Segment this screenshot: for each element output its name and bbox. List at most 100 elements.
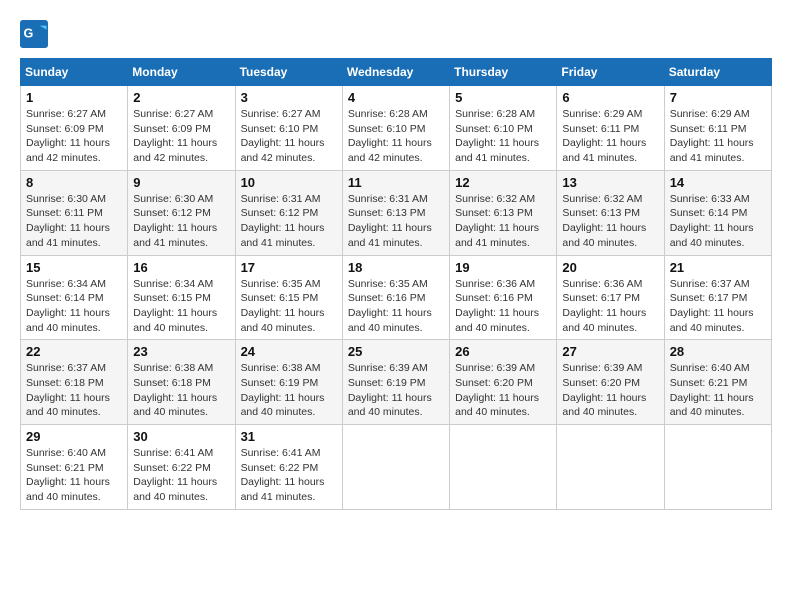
day-number: 22 xyxy=(26,344,122,359)
weekday-header: Thursday xyxy=(450,59,557,86)
day-info: Sunrise: 6:27 AM Sunset: 6:09 PM Dayligh… xyxy=(26,107,122,166)
logo-icon: G xyxy=(20,20,48,48)
calendar-cell: 2 Sunrise: 6:27 AM Sunset: 6:09 PM Dayli… xyxy=(128,86,235,171)
day-number: 29 xyxy=(26,429,122,444)
calendar-week-row: 15 Sunrise: 6:34 AM Sunset: 6:14 PM Dayl… xyxy=(21,255,772,340)
day-info: Sunrise: 6:31 AM Sunset: 6:13 PM Dayligh… xyxy=(348,192,444,251)
day-number: 30 xyxy=(133,429,229,444)
day-info: Sunrise: 6:28 AM Sunset: 6:10 PM Dayligh… xyxy=(455,107,551,166)
calendar-cell: 1 Sunrise: 6:27 AM Sunset: 6:09 PM Dayli… xyxy=(21,86,128,171)
day-number: 5 xyxy=(455,90,551,105)
day-info: Sunrise: 6:39 AM Sunset: 6:20 PM Dayligh… xyxy=(455,361,551,420)
day-info: Sunrise: 6:34 AM Sunset: 6:14 PM Dayligh… xyxy=(26,277,122,336)
weekday-header: Sunday xyxy=(21,59,128,86)
calendar-cell: 17 Sunrise: 6:35 AM Sunset: 6:15 PM Dayl… xyxy=(235,255,342,340)
day-info: Sunrise: 6:40 AM Sunset: 6:21 PM Dayligh… xyxy=(26,446,122,505)
day-info: Sunrise: 6:40 AM Sunset: 6:21 PM Dayligh… xyxy=(670,361,766,420)
calendar-cell xyxy=(664,425,771,510)
day-number: 27 xyxy=(562,344,658,359)
day-info: Sunrise: 6:32 AM Sunset: 6:13 PM Dayligh… xyxy=(562,192,658,251)
calendar-cell: 16 Sunrise: 6:34 AM Sunset: 6:15 PM Dayl… xyxy=(128,255,235,340)
calendar-cell: 18 Sunrise: 6:35 AM Sunset: 6:16 PM Dayl… xyxy=(342,255,449,340)
calendar-week-row: 8 Sunrise: 6:30 AM Sunset: 6:11 PM Dayli… xyxy=(21,170,772,255)
weekday-header: Tuesday xyxy=(235,59,342,86)
calendar-cell: 6 Sunrise: 6:29 AM Sunset: 6:11 PM Dayli… xyxy=(557,86,664,171)
day-number: 4 xyxy=(348,90,444,105)
day-number: 12 xyxy=(455,175,551,190)
day-info: Sunrise: 6:34 AM Sunset: 6:15 PM Dayligh… xyxy=(133,277,229,336)
calendar-cell: 19 Sunrise: 6:36 AM Sunset: 6:16 PM Dayl… xyxy=(450,255,557,340)
calendar-cell: 4 Sunrise: 6:28 AM Sunset: 6:10 PM Dayli… xyxy=(342,86,449,171)
day-number: 23 xyxy=(133,344,229,359)
day-info: Sunrise: 6:41 AM Sunset: 6:22 PM Dayligh… xyxy=(241,446,337,505)
svg-text:G: G xyxy=(24,27,34,41)
day-info: Sunrise: 6:38 AM Sunset: 6:18 PM Dayligh… xyxy=(133,361,229,420)
day-number: 1 xyxy=(26,90,122,105)
day-number: 20 xyxy=(562,260,658,275)
day-number: 9 xyxy=(133,175,229,190)
day-info: Sunrise: 6:39 AM Sunset: 6:20 PM Dayligh… xyxy=(562,361,658,420)
calendar-week-row: 22 Sunrise: 6:37 AM Sunset: 6:18 PM Dayl… xyxy=(21,340,772,425)
day-info: Sunrise: 6:37 AM Sunset: 6:18 PM Dayligh… xyxy=(26,361,122,420)
calendar-cell: 11 Sunrise: 6:31 AM Sunset: 6:13 PM Dayl… xyxy=(342,170,449,255)
day-number: 31 xyxy=(241,429,337,444)
calendar-cell: 29 Sunrise: 6:40 AM Sunset: 6:21 PM Dayl… xyxy=(21,425,128,510)
day-info: Sunrise: 6:41 AM Sunset: 6:22 PM Dayligh… xyxy=(133,446,229,505)
day-number: 7 xyxy=(670,90,766,105)
weekday-header: Monday xyxy=(128,59,235,86)
calendar-cell: 12 Sunrise: 6:32 AM Sunset: 6:13 PM Dayl… xyxy=(450,170,557,255)
day-info: Sunrise: 6:27 AM Sunset: 6:10 PM Dayligh… xyxy=(241,107,337,166)
day-number: 3 xyxy=(241,90,337,105)
calendar-cell xyxy=(557,425,664,510)
weekday-header: Saturday xyxy=(664,59,771,86)
day-info: Sunrise: 6:30 AM Sunset: 6:11 PM Dayligh… xyxy=(26,192,122,251)
day-info: Sunrise: 6:35 AM Sunset: 6:16 PM Dayligh… xyxy=(348,277,444,336)
calendar-cell xyxy=(342,425,449,510)
day-info: Sunrise: 6:36 AM Sunset: 6:17 PM Dayligh… xyxy=(562,277,658,336)
calendar-cell: 31 Sunrise: 6:41 AM Sunset: 6:22 PM Dayl… xyxy=(235,425,342,510)
calendar-cell: 9 Sunrise: 6:30 AM Sunset: 6:12 PM Dayli… xyxy=(128,170,235,255)
day-info: Sunrise: 6:37 AM Sunset: 6:17 PM Dayligh… xyxy=(670,277,766,336)
day-number: 2 xyxy=(133,90,229,105)
day-info: Sunrise: 6:29 AM Sunset: 6:11 PM Dayligh… xyxy=(670,107,766,166)
calendar-week-row: 29 Sunrise: 6:40 AM Sunset: 6:21 PM Dayl… xyxy=(21,425,772,510)
calendar-header-row: SundayMondayTuesdayWednesdayThursdayFrid… xyxy=(21,59,772,86)
day-number: 21 xyxy=(670,260,766,275)
day-number: 16 xyxy=(133,260,229,275)
day-number: 28 xyxy=(670,344,766,359)
calendar-week-row: 1 Sunrise: 6:27 AM Sunset: 6:09 PM Dayli… xyxy=(21,86,772,171)
day-info: Sunrise: 6:35 AM Sunset: 6:15 PM Dayligh… xyxy=(241,277,337,336)
calendar-cell: 8 Sunrise: 6:30 AM Sunset: 6:11 PM Dayli… xyxy=(21,170,128,255)
day-number: 24 xyxy=(241,344,337,359)
calendar-cell: 23 Sunrise: 6:38 AM Sunset: 6:18 PM Dayl… xyxy=(128,340,235,425)
calendar-cell: 15 Sunrise: 6:34 AM Sunset: 6:14 PM Dayl… xyxy=(21,255,128,340)
day-number: 26 xyxy=(455,344,551,359)
calendar-cell: 28 Sunrise: 6:40 AM Sunset: 6:21 PM Dayl… xyxy=(664,340,771,425)
calendar-cell: 21 Sunrise: 6:37 AM Sunset: 6:17 PM Dayl… xyxy=(664,255,771,340)
calendar-cell: 14 Sunrise: 6:33 AM Sunset: 6:14 PM Dayl… xyxy=(664,170,771,255)
day-number: 8 xyxy=(26,175,122,190)
day-number: 13 xyxy=(562,175,658,190)
day-number: 18 xyxy=(348,260,444,275)
day-info: Sunrise: 6:31 AM Sunset: 6:12 PM Dayligh… xyxy=(241,192,337,251)
day-info: Sunrise: 6:30 AM Sunset: 6:12 PM Dayligh… xyxy=(133,192,229,251)
day-info: Sunrise: 6:27 AM Sunset: 6:09 PM Dayligh… xyxy=(133,107,229,166)
day-info: Sunrise: 6:33 AM Sunset: 6:14 PM Dayligh… xyxy=(670,192,766,251)
day-number: 6 xyxy=(562,90,658,105)
calendar-cell: 7 Sunrise: 6:29 AM Sunset: 6:11 PM Dayli… xyxy=(664,86,771,171)
calendar-cell: 27 Sunrise: 6:39 AM Sunset: 6:20 PM Dayl… xyxy=(557,340,664,425)
weekday-header: Friday xyxy=(557,59,664,86)
calendar-cell: 3 Sunrise: 6:27 AM Sunset: 6:10 PM Dayli… xyxy=(235,86,342,171)
calendar-cell: 26 Sunrise: 6:39 AM Sunset: 6:20 PM Dayl… xyxy=(450,340,557,425)
calendar-cell: 10 Sunrise: 6:31 AM Sunset: 6:12 PM Dayl… xyxy=(235,170,342,255)
day-number: 15 xyxy=(26,260,122,275)
day-number: 14 xyxy=(670,175,766,190)
calendar-table: SundayMondayTuesdayWednesdayThursdayFrid… xyxy=(20,58,772,510)
day-info: Sunrise: 6:38 AM Sunset: 6:19 PM Dayligh… xyxy=(241,361,337,420)
day-number: 10 xyxy=(241,175,337,190)
logo: G xyxy=(20,20,52,48)
calendar-cell: 25 Sunrise: 6:39 AM Sunset: 6:19 PM Dayl… xyxy=(342,340,449,425)
day-number: 19 xyxy=(455,260,551,275)
day-number: 25 xyxy=(348,344,444,359)
day-number: 17 xyxy=(241,260,337,275)
